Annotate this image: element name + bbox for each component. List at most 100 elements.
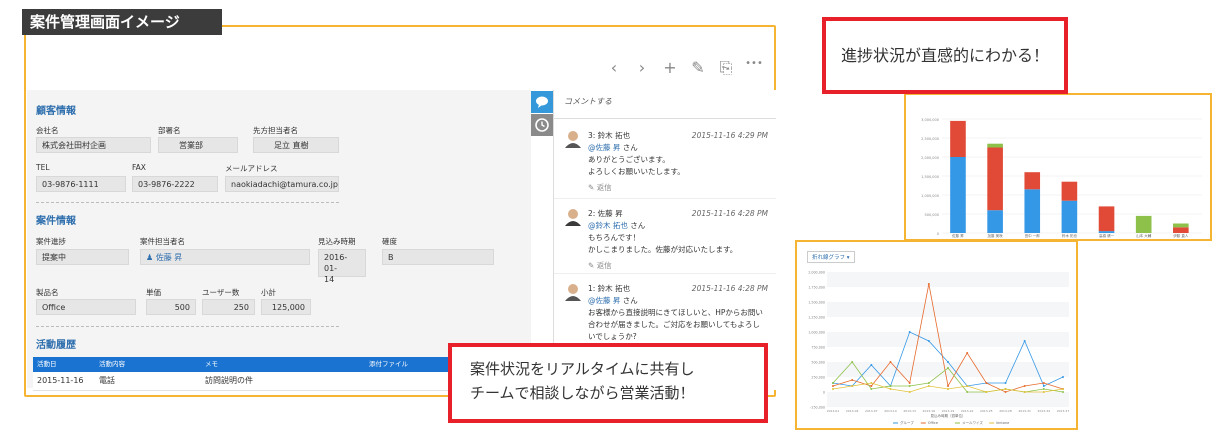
y-tick-label: 1,500,000 [921, 175, 939, 179]
comment-line: よろしくお願いいたします。 [588, 167, 685, 176]
data-point [889, 361, 892, 363]
comment-tab-button[interactable] [531, 91, 553, 113]
avatar [565, 284, 581, 301]
x-tick-label: 田中 一郎 [1025, 233, 1041, 238]
callout-realtime-share: 案件状況をリアルタイムに共有し チームで相談しながら営業活動！ [448, 343, 768, 423]
activity-table: 活動日 活動内容 メモ 添付ファイル 2015-11-16 電話 訪問説明の件 [33, 357, 493, 391]
y-tick-label: 500,000 [811, 361, 825, 365]
bar-segment [950, 120, 966, 157]
avatar [565, 209, 581, 226]
due-field: 2016-01- 14 [318, 249, 366, 284]
due-label: 見込み時期 [318, 237, 356, 246]
progress-field: 提案中 [36, 249, 129, 265]
x-tick-label: 鈴木 拓也 [1062, 233, 1078, 238]
data-point [966, 352, 969, 354]
x-axis-title: 見込み時期（週単位） [931, 413, 966, 418]
data-point [1062, 391, 1064, 393]
x-tick-label: 2013-34 [1038, 409, 1051, 413]
legend-label: グループ [900, 420, 914, 425]
legend-label: Office [928, 421, 938, 425]
section-divider [36, 202, 339, 203]
data-point [908, 385, 911, 387]
owner-user-icon: ♟ [146, 253, 154, 262]
fax-label: FAX [132, 163, 146, 172]
y-tick-label: 1,500,000 [808, 301, 825, 305]
comment-body: @鈴木 拓也 さん もちろんです！ かしこまりました。佐藤が対応いたします。 ✎… [588, 220, 737, 272]
table-row[interactable]: 2015-11-16 電話 訪問説明の件 [33, 372, 493, 391]
owner-user-link[interactable]: 佐藤 昇 [156, 253, 183, 262]
add-record-icon[interactable]: + [656, 58, 684, 82]
data-point [947, 367, 949, 369]
grid-band [827, 362, 1069, 377]
data-point [889, 388, 892, 390]
data-point [870, 364, 873, 366]
data-point [851, 379, 854, 381]
data-point [1023, 391, 1026, 393]
reply-button[interactable]: ✎ 返信 [588, 182, 685, 194]
deal-section-title: 案件情報 [36, 216, 76, 227]
subtotal-field: 125,000 [261, 299, 311, 315]
comment-date: 2015-11-16 4:28 PM [691, 284, 768, 293]
data-point [1023, 385, 1026, 387]
y-tick-label: 0 [823, 391, 825, 395]
data-point [927, 283, 930, 285]
next-record-icon[interactable]: › [628, 58, 656, 82]
comment-line: いでしょうか? [588, 332, 637, 341]
data-point [851, 385, 854, 387]
data-point [947, 361, 949, 363]
tel-field: 03-9876-1111 [36, 176, 126, 192]
grid-band [827, 302, 1069, 317]
col-activity-content: 活動内容 [99, 360, 125, 368]
comment-body: @佐藤 昇 さん お客様から直接説明にきてほしいと、HPからお問い 合わせが届き… [588, 295, 763, 343]
copy-record-icon[interactable]: ⎘ [712, 58, 740, 82]
comment-author: 1: 鈴木 拓也 [588, 284, 631, 293]
y-tick-label: 500,000 [925, 213, 939, 217]
customer-section-title: 顧客情報 [36, 106, 76, 117]
mention-link[interactable]: @鈴木 拓也 [588, 221, 628, 230]
reply-label: 返信 [596, 261, 612, 270]
comment-input[interactable]: コメントする [564, 96, 612, 107]
callout-line: チームで相談しながら営業活動！ [470, 384, 695, 402]
mention-link[interactable]: @佐藤 昇 [588, 296, 620, 305]
mention-link[interactable]: @佐藤 昇 [588, 143, 620, 152]
more-options-icon[interactable]: ••• [740, 58, 768, 82]
dept-label: 部署名 [158, 126, 181, 135]
comment-divider [554, 118, 776, 119]
email-field: naokiadachi@tamura.co.jp [225, 176, 339, 192]
fax-field: 03-9876-2222 [132, 176, 218, 192]
x-tick-label: 高橋 健一 [1099, 233, 1115, 238]
title-tag: 案件管理画面イメージ [22, 9, 222, 35]
data-point [832, 388, 834, 390]
history-tab-button[interactable] [531, 114, 553, 136]
reply-icon: ✎ [588, 261, 595, 270]
x-tick-label: 2013-22 [961, 409, 974, 413]
comment-body: @佐藤 昇 さん ありがとうございます。 よろしくお願いいたします。 ✎ 返信 [588, 142, 685, 194]
comment-divider [554, 273, 776, 274]
data-point [908, 331, 911, 333]
chart-type-select[interactable]: 折れ線グラフ ▾ [807, 251, 855, 263]
x-tick-label: 2013-16 [923, 409, 936, 413]
clock-icon [535, 118, 549, 132]
x-tick-label: 2013-07 [865, 409, 878, 413]
grid-band [827, 332, 1069, 347]
x-tick-label: 2013-25 [980, 409, 993, 413]
y-tick-label: 1,250,000 [808, 316, 825, 320]
comment-line: もちろんです！ [588, 233, 641, 242]
owner-field: ♟ 佐藤 昇 [140, 249, 310, 265]
comment-divider [554, 198, 776, 199]
data-point [985, 382, 988, 384]
x-tick-label: 佐藤 昇 [952, 233, 964, 238]
data-point [908, 382, 911, 384]
bar-segment [1173, 223, 1189, 228]
reply-button[interactable]: ✎ 返信 [588, 260, 737, 272]
y-tick-label: 1,750,000 [808, 286, 825, 290]
x-tick-label: 伊藤 直人 [1173, 233, 1189, 238]
prev-record-icon[interactable]: ‹ [600, 58, 628, 82]
y-tick-label: -250,000 [810, 406, 825, 410]
data-point [1004, 382, 1007, 384]
edit-record-icon[interactable]: ✎ [684, 58, 712, 82]
cell-activity-content: 電話 [99, 376, 115, 385]
record-toolbar: ‹ › + ✎ ⎘ ••• [600, 58, 768, 82]
bar-segment [1024, 172, 1041, 190]
contact-label: 先方担当者名 [253, 126, 298, 135]
